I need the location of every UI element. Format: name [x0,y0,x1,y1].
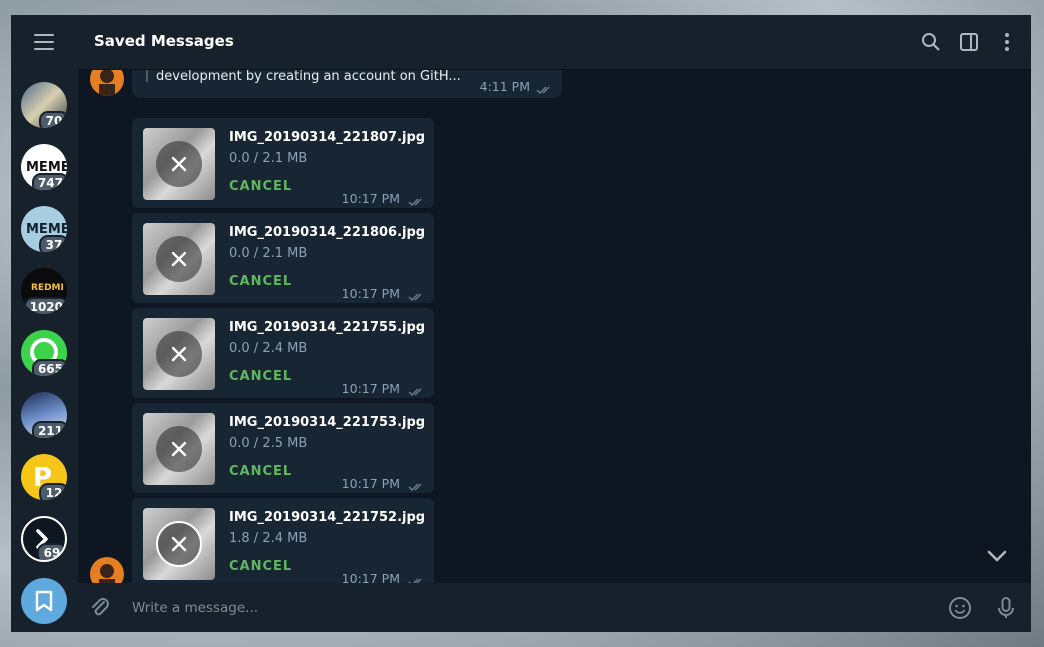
image-thumbnail[interactable] [143,223,215,295]
file-message: IMG_20190314_221807.jpg 0.0 / 2.1 MB CAN… [132,118,434,208]
unread-badge: 12 [39,483,67,500]
unread-badge: 747 [31,173,67,190]
message-list[interactable]: development by creating an account on Gi… [78,70,1031,583]
message-time: 10:17 PM [341,381,400,396]
cancel-button[interactable]: CANCEL [229,464,292,479]
file-name: IMG_20190314_221807.jpg [229,130,426,145]
unread-badge: 37 [39,235,67,252]
file-size: 1.8 / 2.4 MB [229,531,308,546]
chat-avatar-1[interactable]: 70 [21,82,67,128]
cancel-button[interactable]: CANCEL [229,179,292,194]
file-message: IMG_20190314_221806.jpg 0.0 / 2.1 MB CAN… [132,213,434,303]
image-thumbnail[interactable] [143,128,215,200]
sender-avatar[interactable] [90,70,124,96]
close-icon[interactable] [156,141,202,187]
close-icon[interactable] [156,426,202,472]
attach-icon[interactable] [88,596,112,620]
cancel-button[interactable]: CANCEL [229,369,292,384]
svg-text:REDMI 7: REDMI 7 [31,283,67,293]
double-check-icon [408,192,426,211]
double-check-icon [536,80,554,99]
chat-avatar-3[interactable]: MEME 37 [21,206,67,252]
message-time: 4:11 PM [479,79,530,94]
microphone-icon[interactable] [994,596,1018,620]
chat-avatar-2[interactable]: MEME 747 [21,144,67,190]
chevron-down-icon[interactable] [984,546,1010,566]
double-check-icon [408,382,426,401]
close-icon[interactable] [156,521,202,567]
reply-bar [146,70,148,82]
chat-avatar-5[interactable]: 665 [21,330,67,376]
sender-avatar[interactable] [90,557,124,583]
more-options-icon[interactable] [997,32,1017,52]
file-name: IMG_20190314_221755.jpg [229,320,426,335]
unread-badge: 1020 [23,297,67,314]
saved-messages-button[interactable] [21,578,67,624]
menu-icon[interactable] [34,34,54,50]
message-text: development by creating an account on Gi… [156,70,461,84]
chat-avatar-8[interactable]: 69 [21,516,67,562]
sidebar-toggle-icon[interactable] [959,32,979,52]
chat-avatar-4[interactable]: REDMI 7 1020 [21,268,67,314]
search-icon[interactable] [921,32,941,52]
unread-badge: 70 [39,111,67,128]
message-time: 10:17 PM [341,571,400,583]
image-thumbnail[interactable] [143,508,215,580]
image-thumbnail[interactable] [143,413,215,485]
file-name: IMG_20190314_221806.jpg [229,225,426,240]
message-time: 10:17 PM [341,476,400,491]
file-name: IMG_20190314_221753.jpg [229,415,426,430]
double-check-icon [408,287,426,306]
unread-badge: 665 [31,359,67,376]
telegram-window: 70 MEME 747 MEME 37 REDMI 7 1020 665 211… [11,15,1031,632]
file-size: 0.0 / 2.1 MB [229,246,308,261]
message-input[interactable] [130,596,914,620]
message-time: 10:17 PM [341,286,400,301]
emoji-icon[interactable] [948,596,972,620]
file-message: IMG_20190314_221753.jpg 0.0 / 2.5 MB CAN… [132,403,434,493]
double-check-icon [408,572,426,583]
file-name: IMG_20190314_221752.jpg [229,510,426,525]
compose-bar [78,583,1031,632]
close-icon[interactable] [156,331,202,377]
chat-sidebar: 70 MEME 747 MEME 37 REDMI 7 1020 665 211… [11,15,78,632]
file-size: 0.0 / 2.5 MB [229,436,308,451]
file-message: IMG_20190314_221755.jpg 0.0 / 2.4 MB CAN… [132,308,434,398]
file-size: 0.0 / 2.4 MB [229,341,308,356]
chat-avatar-7[interactable]: P 12 [21,454,67,500]
message-bubble: development by creating an account on Gi… [132,70,562,98]
close-icon[interactable] [156,236,202,282]
bookmark-icon [35,590,53,612]
file-size: 0.0 / 2.1 MB [229,151,308,166]
file-message: IMG_20190314_221752.jpg 1.8 / 2.4 MB CAN… [132,498,434,583]
chat-avatar-6[interactable]: 211 [21,392,67,438]
cancel-button[interactable]: CANCEL [229,274,292,289]
chat-header: Saved Messages [78,15,1031,70]
image-thumbnail[interactable] [143,318,215,390]
double-check-icon [408,477,426,496]
unread-badge: 69 [37,543,65,560]
cancel-button[interactable]: CANCEL [229,559,292,574]
chat-title: Saved Messages [94,32,234,50]
unread-badge: 211 [31,421,67,438]
message-time: 10:17 PM [341,191,400,206]
